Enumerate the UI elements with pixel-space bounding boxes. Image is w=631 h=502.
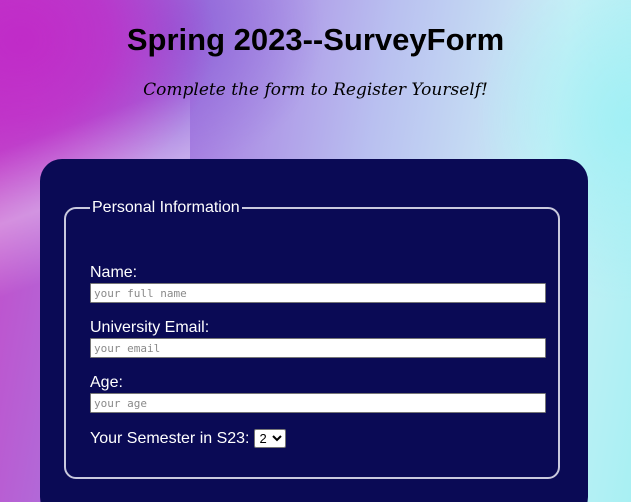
page-title: Spring 2023--SurveyForm [126, 22, 505, 57]
name-label: Name: [90, 264, 138, 281]
name-input[interactable] [90, 283, 546, 303]
email-label: University Email: [90, 319, 210, 336]
personal-information-legend: Personal Information [92, 199, 240, 216]
semester-label: Your Semester in S23: [90, 429, 250, 447]
page-subtitle: Complete the form to Register Yourself! [143, 80, 488, 100]
personal-information-fieldset: Personal Information Name: University Em… [64, 199, 560, 479]
email-input[interactable] [90, 338, 546, 358]
age-label: Age: [90, 374, 123, 391]
age-input[interactable] [90, 393, 546, 413]
survey-form-card: Personal Information Name: University Em… [40, 159, 588, 502]
semester-select[interactable]: 2 [253, 429, 286, 448]
semester-row: Your Semester in S23: 2 [90, 429, 286, 448]
